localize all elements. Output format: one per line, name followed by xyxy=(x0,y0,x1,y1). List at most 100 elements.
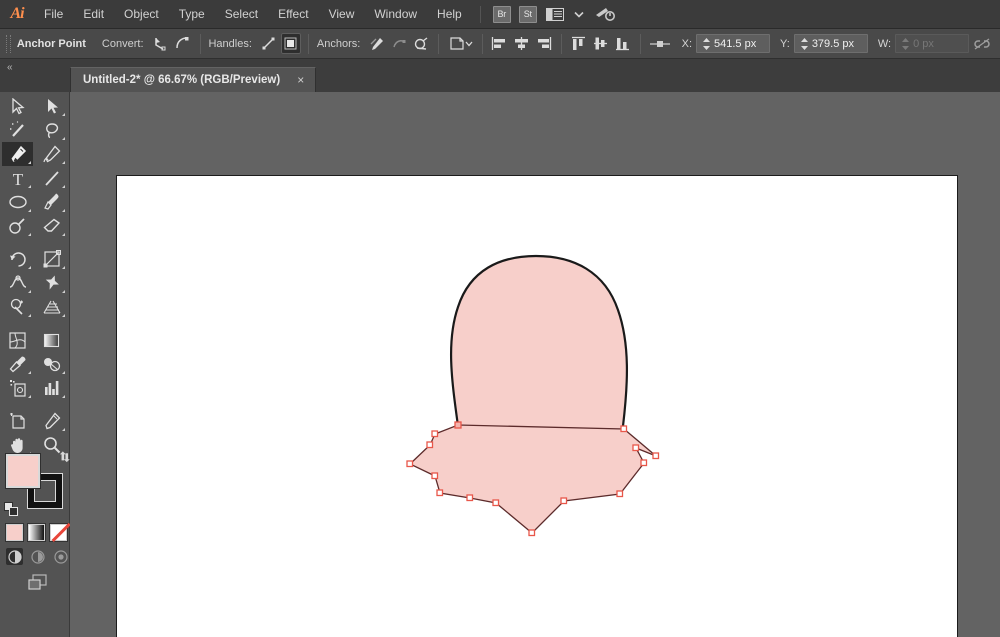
menu-file[interactable]: File xyxy=(34,0,73,29)
control-divider-1 xyxy=(199,33,201,54)
anchor-point[interactable] xyxy=(652,452,660,460)
lasso-tool[interactable] xyxy=(36,118,67,142)
hide-handles-icon[interactable] xyxy=(280,33,301,54)
control-bar-grip[interactable] xyxy=(6,34,11,53)
align-top-icon[interactable] xyxy=(569,33,589,54)
width-label: W: xyxy=(877,37,892,50)
align-left-icon[interactable] xyxy=(490,33,510,54)
gradient-tool[interactable] xyxy=(36,328,67,352)
menu-select[interactable]: Select xyxy=(215,0,268,29)
anchor-point[interactable] xyxy=(560,497,568,505)
width-tool[interactable] xyxy=(2,271,33,295)
column-graph-tool[interactable] xyxy=(36,376,67,400)
scale-tool[interactable] xyxy=(36,247,67,271)
close-icon[interactable]: × xyxy=(294,74,307,86)
collapse-panel-arrows[interactable]: « xyxy=(0,59,70,92)
anchor-point[interactable] xyxy=(431,430,439,438)
control-bar-title: Anchor Point xyxy=(16,37,86,50)
anchor-point[interactable] xyxy=(426,441,434,449)
y-stepper[interactable] xyxy=(800,37,809,51)
anchor-point[interactable] xyxy=(640,459,648,467)
workspace-switcher-icon[interactable] xyxy=(541,0,569,29)
default-fill-stroke-icon[interactable] xyxy=(4,502,18,516)
tool-flyout-indicator xyxy=(28,233,31,236)
menu-type[interactable]: Type xyxy=(169,0,215,29)
selected-polygon-path[interactable] xyxy=(408,424,657,534)
x-stepper[interactable] xyxy=(702,37,711,51)
rotate-tool[interactable] xyxy=(2,247,33,271)
draw-behind-mode[interactable] xyxy=(29,548,46,565)
anchor-point[interactable] xyxy=(620,425,628,433)
tool-flyout-indicator xyxy=(28,290,31,293)
anchor-point[interactable] xyxy=(406,460,414,468)
x-coordinate-field[interactable]: 541.5 px xyxy=(696,34,771,53)
convert-to-corner-icon[interactable] xyxy=(151,33,171,54)
type-tool[interactable]: T xyxy=(2,166,33,190)
paint-mode-gradient[interactable] xyxy=(28,524,45,541)
free-transform-tool[interactable] xyxy=(36,271,67,295)
magic-wand-tool[interactable] xyxy=(2,118,33,142)
symbol-sprayer-tool[interactable] xyxy=(2,376,33,400)
isolate-anchor-icon[interactable] xyxy=(411,33,431,54)
bridge-button[interactable]: Br xyxy=(492,5,511,23)
remove-anchor-icon[interactable] xyxy=(367,33,387,54)
draw-normal-mode[interactable] xyxy=(6,548,23,565)
anchor-point[interactable] xyxy=(431,472,439,480)
paint-mode-color[interactable] xyxy=(6,524,23,541)
paintbrush-tool[interactable] xyxy=(36,190,67,214)
stock-button[interactable]: St xyxy=(518,5,537,23)
menu-effect[interactable]: Effect xyxy=(268,0,318,29)
convert-to-smooth-icon[interactable] xyxy=(173,33,193,54)
ellipse-tool[interactable] xyxy=(2,190,33,214)
anchor-point[interactable] xyxy=(616,490,624,498)
anchor-point[interactable] xyxy=(492,499,500,507)
blend-tool[interactable] xyxy=(36,352,67,376)
reference-point-icon[interactable] xyxy=(648,33,673,54)
change-screen-mode-icon[interactable] xyxy=(24,572,52,594)
shape-builder-tool[interactable] xyxy=(2,295,33,319)
y-coordinate-label: Y: xyxy=(780,37,790,50)
y-coordinate-field[interactable]: 379.5 px xyxy=(793,34,868,53)
align-right-icon[interactable] xyxy=(534,33,554,54)
line-segment-tool[interactable] xyxy=(36,166,67,190)
direct-selection-tool[interactable] xyxy=(36,94,67,118)
fill-swatch[interactable] xyxy=(6,454,40,488)
mesh-tool[interactable] xyxy=(2,328,33,352)
menu-view[interactable]: View xyxy=(319,0,365,29)
shaper-tool[interactable] xyxy=(2,214,33,238)
link-broken-icon[interactable] xyxy=(972,33,992,54)
document-tab[interactable]: Untitled-2* @ 66.67% (RGB/Preview) × xyxy=(70,67,317,92)
tool-flyout-indicator xyxy=(28,209,31,212)
fill-stroke-controls xyxy=(4,451,70,516)
align-vertical-center-icon[interactable] xyxy=(591,33,611,54)
menu-object[interactable]: Object xyxy=(114,0,169,29)
connect-anchors-icon[interactable] xyxy=(389,33,409,54)
chevron-down-icon[interactable] xyxy=(569,0,589,29)
menu-help[interactable]: Help xyxy=(427,0,472,29)
artboard-tool[interactable] xyxy=(2,409,33,433)
anchor-point[interactable] xyxy=(454,421,462,429)
show-handles-icon[interactable] xyxy=(259,33,279,54)
eyedropper-tool[interactable] xyxy=(2,352,33,376)
dome-path[interactable] xyxy=(449,254,629,438)
transform-dropdown[interactable] xyxy=(446,33,475,54)
anchor-point[interactable] xyxy=(632,444,640,452)
perspective-grid-tool[interactable] xyxy=(36,295,67,319)
menu-edit[interactable]: Edit xyxy=(73,0,114,29)
align-bottom-icon[interactable] xyxy=(613,33,633,54)
draw-inside-mode[interactable] xyxy=(52,548,69,565)
anchor-point[interactable] xyxy=(436,489,444,497)
canvas-area[interactable] xyxy=(70,92,1000,637)
pen-tool[interactable] xyxy=(2,142,33,166)
align-horizontal-center-icon[interactable] xyxy=(512,33,532,54)
paint-mode-none[interactable] xyxy=(50,524,67,541)
menu-window[interactable]: Window xyxy=(364,0,427,29)
curvature-tool[interactable] xyxy=(36,142,67,166)
selection-tool[interactable] xyxy=(2,94,33,118)
search-help-icon[interactable] xyxy=(589,0,621,29)
anchor-point[interactable] xyxy=(466,494,474,502)
anchor-point[interactable] xyxy=(528,529,536,537)
control-bar: Anchor Point Convert: Handles: Anchors: xyxy=(0,29,1000,59)
eraser-tool[interactable] xyxy=(36,214,67,238)
slice-tool[interactable] xyxy=(36,409,67,433)
